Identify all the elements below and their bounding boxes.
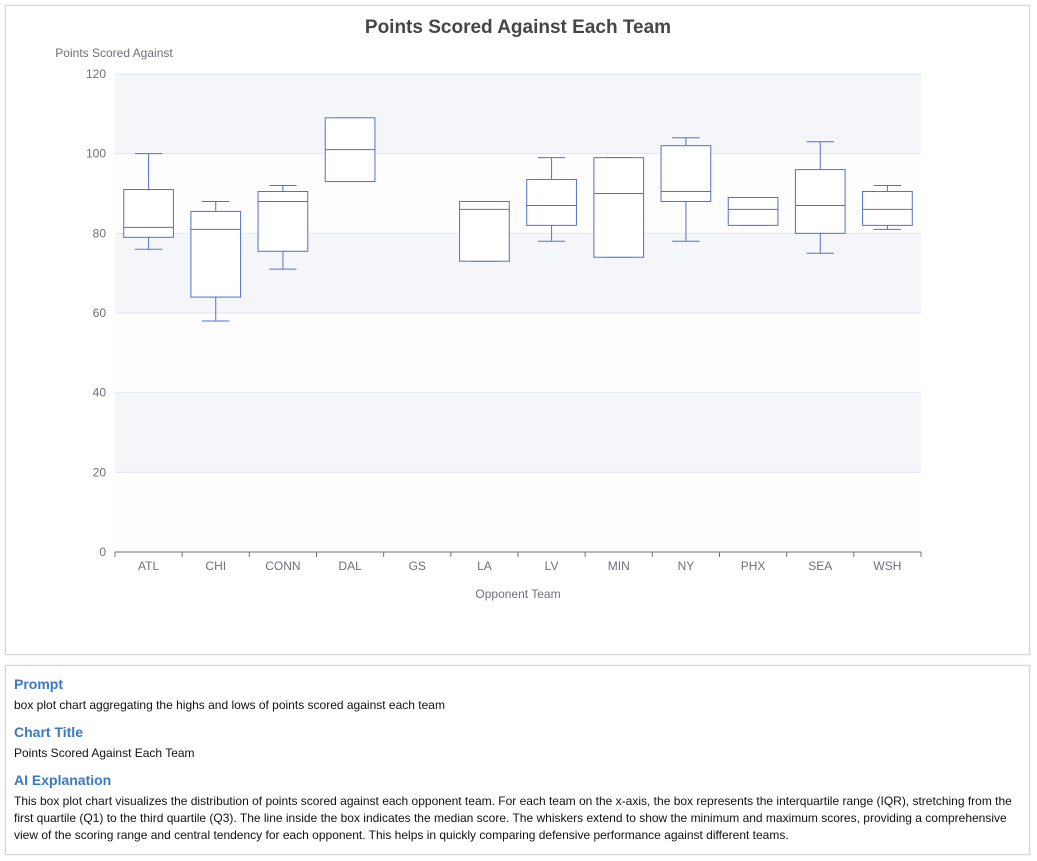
box-min bbox=[593, 157, 645, 258]
info-panel: Prompt box plot chart aggregating the hi… bbox=[5, 665, 1030, 855]
x-tick-label: SEA bbox=[808, 559, 832, 573]
iqr-box bbox=[862, 191, 913, 226]
prompt-text: box plot chart aggregating the highs and… bbox=[14, 698, 445, 712]
x-tick-label: CONN bbox=[265, 559, 300, 573]
y-tick-label: 100 bbox=[86, 147, 106, 161]
x-tick-label: DAL bbox=[338, 559, 362, 573]
chart-title: Points Scored Against Each Team bbox=[365, 17, 671, 38]
y-tick-label: 80 bbox=[93, 226, 107, 240]
box-wsh bbox=[862, 185, 913, 230]
iqr-box bbox=[190, 210, 242, 298]
iqr-box bbox=[123, 189, 174, 238]
split-area-band bbox=[115, 392, 921, 473]
box-plot-chart: Points Scored Against Each Team Points S… bbox=[55, 17, 922, 601]
y-tick-label: 40 bbox=[93, 386, 107, 400]
x-axis-label: Opponent Team bbox=[475, 587, 560, 601]
box-la bbox=[459, 200, 510, 262]
prompt-heading: Prompt bbox=[14, 676, 63, 692]
split-area-band bbox=[115, 472, 921, 552]
x-tick-label: PHX bbox=[741, 559, 766, 573]
iqr-box bbox=[257, 191, 309, 252]
x-tick-label: MIN bbox=[608, 559, 630, 573]
x-tick-label: NY bbox=[678, 559, 695, 573]
iqr-box bbox=[660, 145, 712, 202]
x-tick-label: WSH bbox=[873, 559, 901, 573]
y-tick-label: 120 bbox=[86, 67, 106, 81]
iqr-box bbox=[794, 169, 846, 234]
y-tick-label: 60 bbox=[93, 306, 107, 320]
iqr-box bbox=[459, 200, 510, 262]
chart-card: Points Scored Against Each Team Points S… bbox=[5, 5, 1030, 655]
x-tick-label: GS bbox=[409, 559, 426, 573]
y-tick-label: 20 bbox=[93, 465, 107, 479]
iqr-box bbox=[526, 179, 577, 226]
ai-explanation-text: This box plot chart visualizes the distr… bbox=[14, 794, 1012, 842]
chart-title-heading: Chart Title bbox=[14, 724, 83, 740]
x-tick-label: LA bbox=[477, 559, 492, 573]
chart-title-text: Points Scored Against Each Team bbox=[14, 746, 195, 760]
iqr-box bbox=[727, 196, 779, 226]
split-area-band bbox=[115, 313, 921, 393]
iqr-box bbox=[593, 157, 645, 258]
box-dal bbox=[324, 117, 376, 183]
box-phx bbox=[727, 196, 779, 226]
x-tick-label: ATL bbox=[138, 559, 159, 573]
x-tick-label: LV bbox=[545, 559, 559, 573]
y-axis-label: Points Scored Against bbox=[55, 46, 173, 60]
ai-explanation-heading: AI Explanation bbox=[14, 772, 112, 788]
y-tick-label: 0 bbox=[99, 545, 106, 559]
x-tick-label: CHI bbox=[205, 559, 226, 573]
split-area-band bbox=[115, 74, 921, 154]
